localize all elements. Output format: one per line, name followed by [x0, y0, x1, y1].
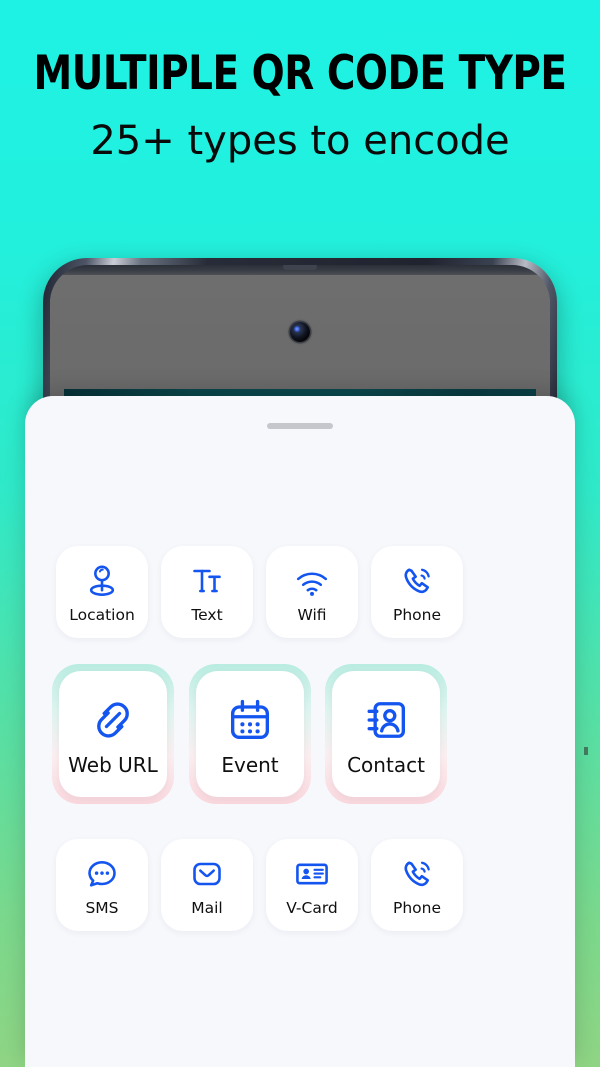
qr-type-label: SMS: [85, 898, 119, 917]
front-camera-icon: [290, 322, 310, 342]
qr-type-card-wifi[interactable]: Wifi: [266, 546, 358, 638]
location-pin-icon: [89, 565, 115, 596]
qr-type-card-location[interactable]: Location: [56, 546, 148, 638]
qr-type-card-v-card[interactable]: V-Card: [266, 839, 358, 931]
page-title: MULTIPLE QR CODE TYPE: [33, 46, 567, 101]
qr-type-label: Contact: [347, 752, 425, 777]
qr-type-card-text[interactable]: Text: [161, 546, 253, 638]
qr-type-label: Event: [221, 752, 279, 777]
calendar-icon: [230, 699, 270, 739]
qr-type-card-event[interactable]: Event: [196, 671, 304, 797]
contact-book-icon: [367, 701, 406, 738]
phone-call-icon: [404, 861, 430, 886]
chat-bubble-icon: [88, 860, 116, 887]
qr-type-label: Phone: [392, 605, 441, 624]
qr-type-card-phone[interactable]: Phone: [371, 546, 463, 638]
qr-type-label: Text: [191, 605, 223, 624]
qr-type-card-phone[interactable]: Phone: [371, 839, 463, 931]
qr-type-card-contact[interactable]: Contact: [332, 671, 440, 797]
id-card-icon: [296, 863, 328, 885]
qr-type-grid: Location Text Wifi Phone Web URL Event Contact…: [25, 396, 575, 1067]
phone-call-icon: [404, 568, 430, 593]
wifi-icon: [296, 572, 328, 596]
scroll-fleck: [584, 747, 588, 755]
link-chain-icon: [97, 701, 129, 738]
qr-type-label: Mail: [191, 898, 223, 917]
page-subtitle: 25+ types to encode: [90, 118, 510, 164]
qr-type-label: Phone: [392, 898, 441, 917]
envelope-icon: [193, 862, 221, 886]
qr-type-card-sms[interactable]: SMS: [56, 839, 148, 931]
qr-type-label: Location: [69, 605, 135, 624]
qr-type-label: V-Card: [286, 898, 338, 917]
promo-header: MULTIPLE QR CODE TYPE 25+ types to encod…: [0, 0, 600, 200]
qr-type-label: Wifi: [297, 605, 327, 624]
qr-type-card-mail[interactable]: Mail: [161, 839, 253, 931]
bottom-sheet: Location Text Wifi Phone Web URL Event Contact…: [25, 396, 575, 1067]
earpiece-speaker-icon: [283, 265, 317, 270]
text-tt-icon: [193, 569, 221, 593]
qr-type-label: Web URL: [68, 752, 158, 777]
qr-type-card-web-url[interactable]: Web URL: [59, 671, 167, 797]
